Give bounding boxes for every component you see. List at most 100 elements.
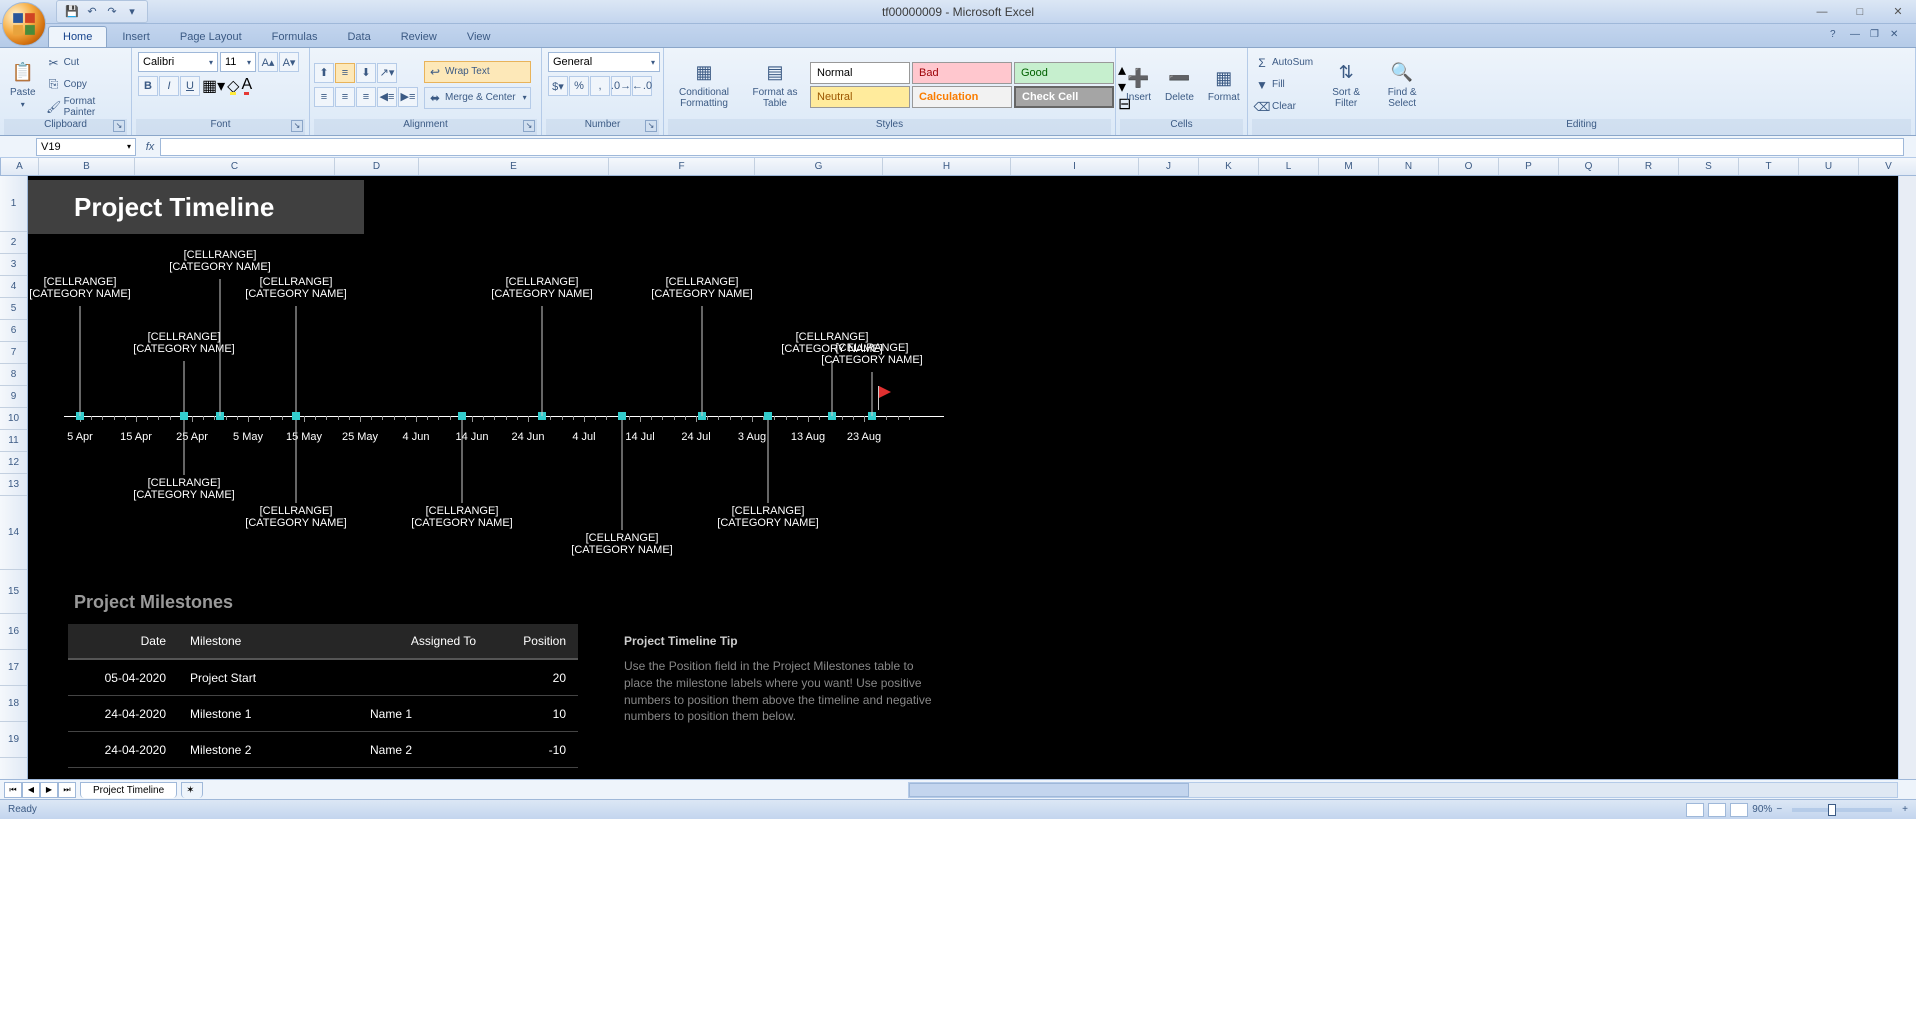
page-layout-view-button[interactable] xyxy=(1708,803,1726,817)
col-header-V[interactable]: V xyxy=(1859,158,1916,175)
row-header-9[interactable]: 9 xyxy=(0,386,27,408)
minimize-button[interactable]: — xyxy=(1808,4,1836,20)
undo-icon[interactable]: ↶ xyxy=(83,3,101,21)
align-left-button[interactable]: ≡ xyxy=(314,87,334,107)
sort-filter-button[interactable]: ⇅Sort & Filter xyxy=(1320,59,1372,111)
clear-button[interactable]: ⌫Clear xyxy=(1252,97,1316,117)
table-row[interactable]: 24-04-2020Milestone 2Name 2-10 xyxy=(68,732,578,768)
cell-style-neutral[interactable]: Neutral xyxy=(810,86,910,108)
row-header-3[interactable]: 3 xyxy=(0,254,27,276)
tab-view[interactable]: View xyxy=(452,26,506,47)
comma-button[interactable]: , xyxy=(590,76,610,96)
cut-button[interactable]: ✂Cut xyxy=(44,53,127,73)
tab-data[interactable]: Data xyxy=(332,26,385,47)
increase-indent-button[interactable]: ▶≡ xyxy=(398,87,418,107)
col-header-K[interactable]: K xyxy=(1199,158,1259,175)
autosum-button[interactable]: ΣAutoSum xyxy=(1252,53,1316,73)
hscroll-thumb[interactable] xyxy=(909,783,1189,797)
zoom-slider[interactable] xyxy=(1792,808,1892,812)
alignment-launcher[interactable]: ↘ xyxy=(523,120,535,132)
col-header-S[interactable]: S xyxy=(1679,158,1739,175)
col-header-P[interactable]: P xyxy=(1499,158,1559,175)
grow-font-button[interactable]: A▴ xyxy=(258,52,278,72)
cell-style-check-cell[interactable]: Check Cell xyxy=(1014,86,1114,108)
minimize-ribbon-icon[interactable]: — xyxy=(1850,29,1864,43)
zoom-knob[interactable] xyxy=(1828,804,1836,816)
col-header-H[interactable]: H xyxy=(883,158,1011,175)
timeline-chart[interactable]: 5 Apr15 Apr25 Apr5 May15 May25 May4 Jun1… xyxy=(64,236,984,566)
save-icon[interactable]: 💾 xyxy=(63,3,81,21)
close-workbook-icon[interactable]: ✕ xyxy=(1890,29,1904,43)
wrap-text-button[interactable]: ↩Wrap Text xyxy=(424,61,531,83)
row-header-16[interactable]: 16 xyxy=(0,614,27,650)
format-cells-button[interactable]: ▦Format xyxy=(1202,64,1246,105)
col-date[interactable]: Date xyxy=(68,634,178,648)
table-row[interactable]: 05-04-2020Project Start20 xyxy=(68,660,578,696)
row-header-15[interactable]: 15 xyxy=(0,570,27,614)
tab-formulas[interactable]: Formulas xyxy=(257,26,333,47)
number-format-combo[interactable]: General▾ xyxy=(548,52,660,72)
increase-decimal-button[interactable]: .0→ xyxy=(611,76,631,96)
row-header-11[interactable]: 11 xyxy=(0,430,27,452)
underline-button[interactable]: U xyxy=(180,76,200,96)
tab-home[interactable]: Home xyxy=(48,26,107,47)
tab-nav-first[interactable]: ⏮ xyxy=(4,782,22,798)
row-header-5[interactable]: 5 xyxy=(0,298,27,320)
tab-nav-next[interactable]: ▶ xyxy=(40,782,58,798)
milestone-marker[interactable] xyxy=(180,412,188,420)
align-center-button[interactable]: ≡ xyxy=(335,87,355,107)
row-header-17[interactable]: 17 xyxy=(0,650,27,686)
col-header-L[interactable]: L xyxy=(1259,158,1319,175)
row-header-14[interactable]: 14 xyxy=(0,496,27,570)
shrink-font-button[interactable]: A▾ xyxy=(279,52,299,72)
align-top-button[interactable]: ⬆ xyxy=(314,63,334,83)
col-header-I[interactable]: I xyxy=(1011,158,1139,175)
align-right-button[interactable]: ≡ xyxy=(356,87,376,107)
col-header-D[interactable]: D xyxy=(335,158,419,175)
office-button[interactable] xyxy=(2,2,46,46)
restore-window-icon[interactable]: ❐ xyxy=(1870,29,1884,43)
italic-button[interactable]: I xyxy=(159,76,179,96)
row-header-4[interactable]: 4 xyxy=(0,276,27,298)
col-header-O[interactable]: O xyxy=(1439,158,1499,175)
zoom-out-button[interactable]: − xyxy=(1776,804,1782,815)
milestone-marker[interactable] xyxy=(458,412,466,420)
col-assigned[interactable]: Assigned To xyxy=(358,634,488,648)
format-painter-button[interactable]: 🖌Format Painter xyxy=(44,97,127,117)
cell-style-bad[interactable]: Bad xyxy=(912,62,1012,84)
tab-nav-prev[interactable]: ◀ xyxy=(22,782,40,798)
zoom-level[interactable]: 90% xyxy=(1752,804,1772,815)
sheet-tab-project-timeline[interactable]: Project Timeline xyxy=(80,782,177,798)
tab-review[interactable]: Review xyxy=(386,26,452,47)
row-header-6[interactable]: 6 xyxy=(0,320,27,342)
font-launcher[interactable]: ↘ xyxy=(291,120,303,132)
row-header-19[interactable]: 19 xyxy=(0,722,27,758)
merge-center-button[interactable]: ⬌Merge & Center▾ xyxy=(424,87,531,109)
row-header-2[interactable]: 2 xyxy=(0,232,27,254)
new-sheet-tab[interactable]: ✶ xyxy=(181,782,203,798)
col-header-C[interactable]: C xyxy=(135,158,335,175)
conditional-formatting-button[interactable]: ▦Conditional Formatting xyxy=(668,59,740,111)
accounting-format-button[interactable]: $▾ xyxy=(548,76,568,96)
col-header-R[interactable]: R xyxy=(1619,158,1679,175)
decrease-decimal-button[interactable]: ←.0 xyxy=(632,76,652,96)
col-header-T[interactable]: T xyxy=(1739,158,1799,175)
font-size-combo[interactable]: 11▾ xyxy=(220,52,256,72)
align-bottom-button[interactable]: ⬇ xyxy=(356,63,376,83)
worksheet-area[interactable]: Project Timeline 5 Apr15 Apr25 Apr5 May1… xyxy=(28,176,1898,779)
col-header-Q[interactable]: Q xyxy=(1559,158,1619,175)
formula-input[interactable] xyxy=(160,138,1904,156)
row-header-10[interactable]: 10 xyxy=(0,408,27,430)
help-icon[interactable]: ? xyxy=(1830,29,1844,43)
col-header-N[interactable]: N xyxy=(1379,158,1439,175)
decrease-indent-button[interactable]: ◀≡ xyxy=(377,87,397,107)
col-position[interactable]: Position xyxy=(488,634,578,648)
font-name-combo[interactable]: Calibri▾ xyxy=(138,52,218,72)
format-as-table-button[interactable]: ▤Format as Table xyxy=(744,59,806,111)
fx-button[interactable]: fx xyxy=(140,138,160,156)
row-header-1[interactable]: 1 xyxy=(0,176,27,232)
col-header-G[interactable]: G xyxy=(755,158,883,175)
col-header-E[interactable]: E xyxy=(419,158,609,175)
find-select-button[interactable]: 🔍Find & Select xyxy=(1376,59,1428,111)
row-header-13[interactable]: 13 xyxy=(0,474,27,496)
